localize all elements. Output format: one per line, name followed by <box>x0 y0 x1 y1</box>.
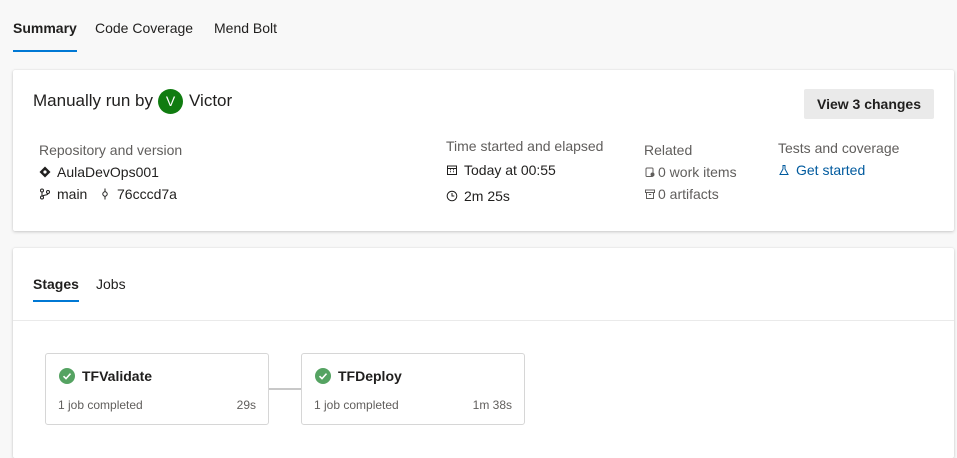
work-item-icon <box>644 166 656 178</box>
stage-duration: 1m 38s <box>472 398 512 412</box>
run-user-name[interactable]: Victor <box>189 91 232 111</box>
stage-status: 1 job completed <box>314 398 399 412</box>
run-summary-card: Manually run by V Victor View 3 changes … <box>13 70 954 231</box>
run-title-prefix: Manually run by <box>33 91 154 110</box>
tab-mend-bolt[interactable]: Mend Bolt <box>214 20 277 36</box>
time-label: Time started and elapsed <box>446 138 604 154</box>
artifacts-count[interactable]: 0 artifacts <box>658 186 719 202</box>
started-time: Today at 00:55 <box>464 162 556 178</box>
get-started-link[interactable]: Get started <box>778 162 865 178</box>
work-items-count[interactable]: 0 work items <box>658 164 737 180</box>
repository-label: Repository and version <box>39 142 183 158</box>
top-tab-bar: Summary Code Coverage Mend Bolt <box>0 0 957 56</box>
artifacts-row[interactable]: 0 artifacts <box>644 186 719 202</box>
commit-icon <box>99 188 111 200</box>
success-check-icon <box>315 368 331 384</box>
branch-icon <box>39 188 51 200</box>
branch-name[interactable]: main <box>57 186 87 202</box>
get-started-text[interactable]: Get started <box>796 162 865 178</box>
clock-icon <box>446 190 458 202</box>
repository-name[interactable]: AulaDevOps001 <box>57 164 159 180</box>
elapsed-time: 2m 25s <box>464 188 510 204</box>
commit-id[interactable]: 76cccd7a <box>117 186 177 202</box>
stage-duration: 29s <box>236 398 256 412</box>
view-changes-button[interactable]: View 3 changes <box>804 89 934 119</box>
related-label: Related <box>644 142 693 158</box>
avatar[interactable]: V <box>158 88 184 114</box>
stages-card: Stages Jobs TFValidate 1 job completed 2… <box>13 248 954 458</box>
calendar-icon <box>446 164 458 176</box>
elapsed-row: 2m 25s <box>446 188 510 204</box>
tests-label: Tests and coverage <box>778 140 900 156</box>
stage-tab-indicator <box>33 300 79 302</box>
stage-connector <box>269 388 301 390</box>
started-row: Today at 00:55 <box>446 162 556 178</box>
success-check-icon <box>59 368 75 384</box>
run-title: Manually run by V Victor <box>33 88 232 114</box>
branch-row[interactable]: main <box>39 186 87 202</box>
stage-tfvalidate[interactable]: TFValidate 1 job completed 29s <box>45 353 269 425</box>
tab-stages[interactable]: Stages <box>33 276 79 292</box>
flask-icon <box>778 164 790 176</box>
tab-code-coverage[interactable]: Code Coverage <box>95 20 193 36</box>
work-items-row[interactable]: 0 work items <box>644 164 737 180</box>
stage-status: 1 job completed <box>58 398 143 412</box>
active-tab-indicator <box>13 50 77 52</box>
stage-name: TFValidate <box>82 368 153 384</box>
stage-tfdeploy[interactable]: TFDeploy 1 job completed 1m 38s <box>301 353 525 425</box>
artifact-icon <box>644 188 656 200</box>
tab-summary[interactable]: Summary <box>13 20 77 36</box>
tab-jobs[interactable]: Jobs <box>96 276 126 292</box>
repo-icon <box>39 166 51 178</box>
commit-row[interactable]: 76cccd7a <box>99 186 177 202</box>
divider <box>13 320 954 321</box>
stage-name: TFDeploy <box>338 368 402 384</box>
repository-name-row[interactable]: AulaDevOps001 <box>39 164 159 180</box>
